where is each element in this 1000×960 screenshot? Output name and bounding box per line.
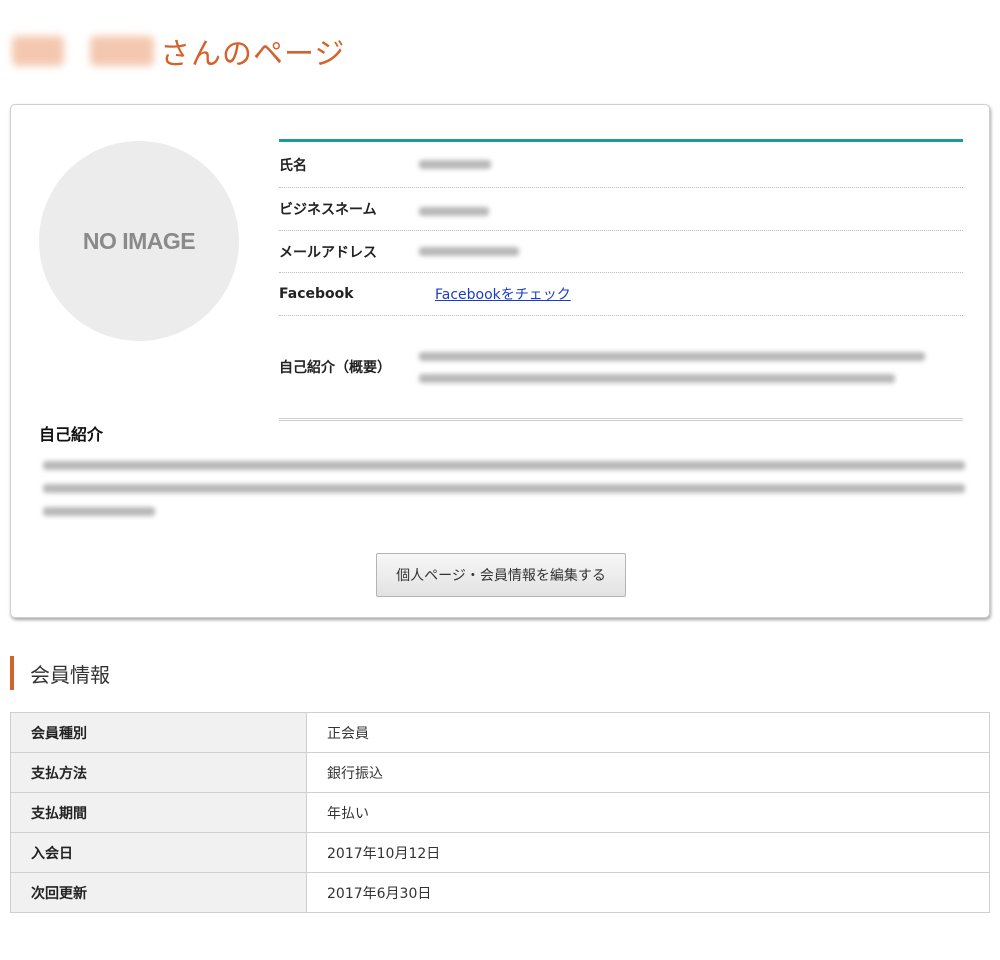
redacted-surname bbox=[12, 36, 64, 66]
payment-period-value: 年払い bbox=[306, 792, 990, 833]
join-date-value: 2017年10月12日 bbox=[306, 832, 990, 873]
email-value-redacted bbox=[419, 244, 519, 260]
membership-table: 会員種別 正会員 支払方法 銀行振込 支払期間 年払い 入会日 2017年10月… bbox=[10, 712, 990, 913]
payment-method-value: 銀行振込 bbox=[306, 752, 990, 793]
name-value-redacted bbox=[419, 157, 491, 173]
membership-type-label: 会員種別 bbox=[10, 712, 307, 753]
intro-summary-label: 自己紹介（概要） bbox=[279, 360, 391, 376]
join-date-label: 入会日 bbox=[10, 832, 307, 873]
next-renewal-label: 次回更新 bbox=[10, 872, 307, 913]
info-row-email: メールアドレス bbox=[279, 231, 963, 273]
self-intro-body-redacted bbox=[43, 461, 967, 516]
table-row: 支払期間 年払い bbox=[10, 792, 990, 833]
self-intro-heading: 自己紹介 bbox=[39, 425, 104, 444]
intro-summary-value-redacted bbox=[419, 351, 925, 383]
name-label: 氏名 bbox=[279, 157, 307, 174]
avatar-placeholder: NO IMAGE bbox=[39, 141, 239, 341]
facebook-link[interactable]: Facebookをチェック bbox=[435, 284, 571, 304]
membership-section-heading: 会員情報 bbox=[10, 656, 110, 690]
payment-period-label: 支払期間 bbox=[10, 792, 307, 833]
business-name-label: ビジネスネーム bbox=[279, 202, 377, 218]
page-title: さんのページ bbox=[12, 28, 345, 74]
table-row: 支払方法 銀行振込 bbox=[10, 752, 990, 793]
table-row: 次回更新 2017年6月30日 bbox=[10, 872, 990, 913]
business-name-value-redacted bbox=[419, 199, 489, 220]
redacted-given-name bbox=[90, 36, 154, 66]
membership-type-value: 正会員 bbox=[306, 712, 990, 753]
profile-card: NO IMAGE 氏名 ビジネスネーム メールアドレス Facebook Fac… bbox=[10, 104, 990, 618]
info-row-intro-summary: 自己紹介（概要） bbox=[279, 316, 963, 421]
info-row-facebook: Facebook Facebookをチェック bbox=[279, 273, 963, 316]
table-row: 会員種別 正会員 bbox=[10, 712, 990, 753]
edit-profile-button[interactable]: 個人ページ・会員情報を編集する bbox=[376, 553, 626, 597]
info-row-name: 氏名 bbox=[279, 142, 963, 188]
next-renewal-value: 2017年6月30日 bbox=[306, 872, 990, 913]
profile-info-table: 氏名 ビジネスネーム メールアドレス Facebook Facebookをチェッ… bbox=[279, 139, 963, 421]
email-label: メールアドレス bbox=[279, 244, 377, 261]
info-row-business-name: ビジネスネーム bbox=[279, 188, 963, 231]
payment-method-label: 支払方法 bbox=[10, 752, 307, 793]
table-row: 入会日 2017年10月12日 bbox=[10, 832, 990, 873]
facebook-label: Facebook bbox=[279, 286, 354, 302]
avatar-placeholder-text: NO IMAGE bbox=[82, 227, 196, 254]
membership-heading-text: 会員情報 bbox=[30, 662, 110, 687]
page-title-suffix: さんのページ bbox=[160, 37, 346, 72]
